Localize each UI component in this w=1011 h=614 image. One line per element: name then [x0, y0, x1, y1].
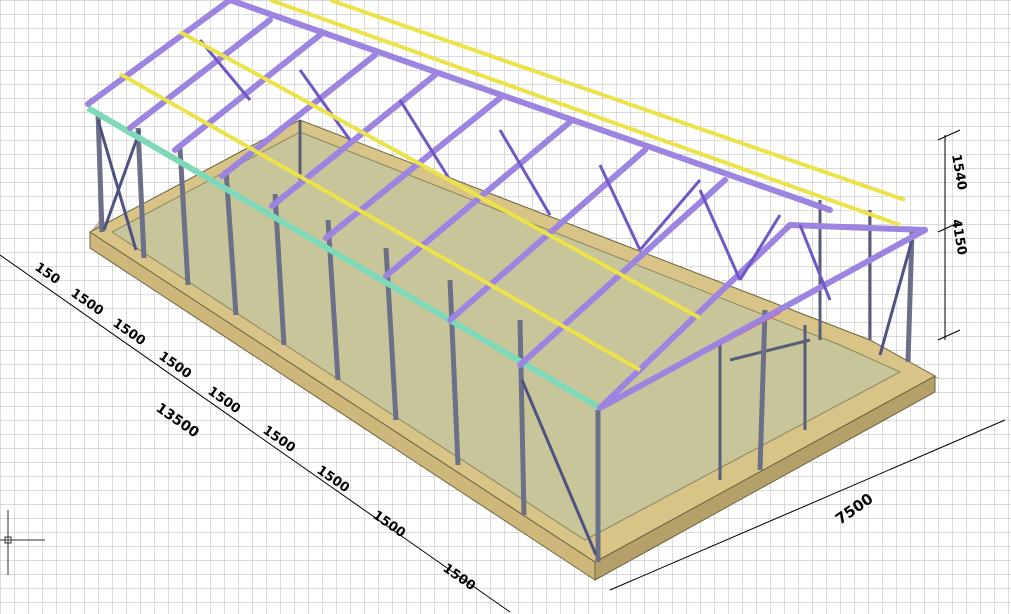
cad-viewport[interactable]: 150 1500 1500 1500 1500 1500 1500 1500 1… — [0, 0, 1011, 614]
